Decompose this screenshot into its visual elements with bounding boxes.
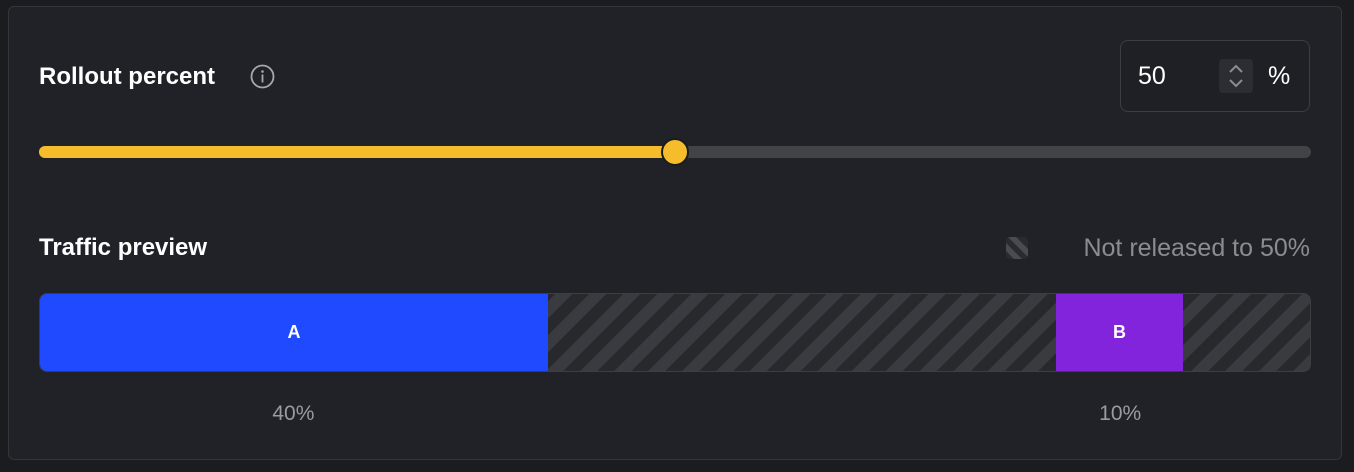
segment-percent-label: 10% (1099, 402, 1142, 425)
legend-label: Not released to 50% (1083, 234, 1310, 262)
rollout-title: Rollout percent (39, 63, 216, 90)
rollout-percent-value[interactable]: 50 (1138, 62, 1166, 91)
traffic-segment-a: A (40, 294, 548, 371)
slider-fill (39, 146, 675, 158)
rollout-slider[interactable] (39, 138, 1311, 166)
chevron-up-down-icon (1229, 64, 1243, 88)
traffic-bar: AB (39, 293, 1311, 372)
striped-square-icon (1006, 237, 1028, 259)
traffic-segment-b: B (1056, 294, 1183, 371)
traffic-preview-title: Traffic preview (39, 234, 208, 261)
percent-unit: % (1268, 62, 1291, 90)
info-icon[interactable] (250, 64, 275, 89)
segment-percent-label: 40% (272, 402, 315, 425)
slider-thumb[interactable] (661, 138, 689, 166)
percent-stepper[interactable] (1219, 59, 1253, 93)
